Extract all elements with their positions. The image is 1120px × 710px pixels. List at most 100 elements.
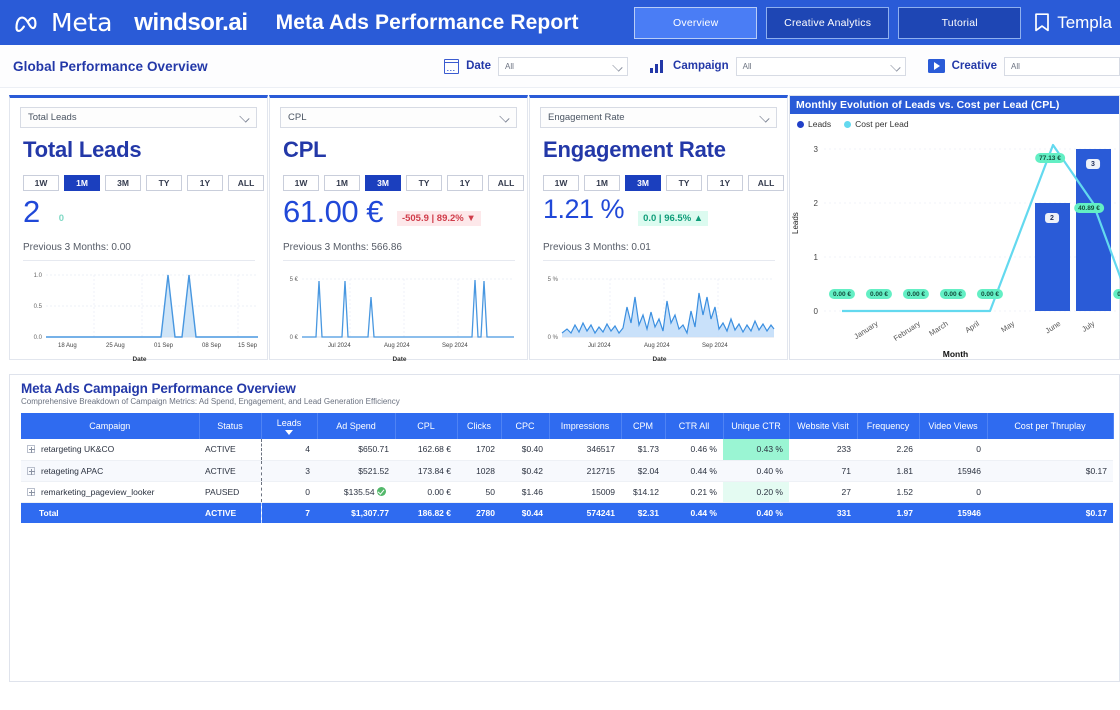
range-1w[interactable]: 1W — [283, 175, 319, 191]
cell-campaign: Total — [21, 502, 199, 523]
filter-date-select[interactable]: All — [498, 56, 629, 76]
range-1m[interactable]: 1M — [584, 175, 620, 191]
tab-creative-analytics[interactable]: Creative Analytics — [766, 6, 890, 39]
table-row[interactable]: retageting APAC ACTIVE 3 $521.52 173.84 … — [21, 460, 1113, 482]
sparkline-cpl: 5 € 0 € Jul 2024 Aug 2024 Sep 2024 Date — [276, 267, 523, 363]
range-1m[interactable]: 1M — [64, 175, 100, 191]
cell-leads: 0 — [260, 481, 317, 503]
cell-clicks: 50 — [457, 481, 501, 503]
cell-ctr-all: 0.21 % — [665, 481, 723, 503]
metric-select-value: Engagement Rate — [548, 112, 625, 123]
range-ty[interactable]: TY — [146, 175, 182, 191]
kpi-delta-badge: -505.9 | 89.2% ▼ — [396, 210, 481, 226]
cpl-label-may: 0.00 € — [976, 289, 1004, 299]
tab-tutorial[interactable]: Tutorial — [898, 6, 1022, 39]
col-ctr-all[interactable]: CTR All — [665, 413, 724, 439]
range-ty[interactable]: TY — [666, 175, 702, 191]
filter-campaign-select[interactable]: All — [735, 56, 906, 76]
range-3m[interactable]: 3M — [365, 175, 401, 191]
cell-video-views: 0 — [919, 439, 987, 461]
col-cpl[interactable]: CPL — [395, 413, 458, 439]
cell-impressions: 15009 — [549, 481, 621, 503]
kpi-value-row: 61.00 € -505.9 | 89.2% ▼ — [283, 194, 527, 234]
range-ty[interactable]: TY — [406, 175, 442, 191]
table-subtitle: Comprehensive Breakdown of Campaign Metr… — [21, 397, 400, 406]
cell-cost-per-thruplay: $0.17 — [987, 460, 1113, 482]
metric-select-engagement-rate[interactable]: Engagement Rate — [540, 107, 777, 128]
col-leads[interactable]: Leads — [261, 413, 318, 439]
legend-swatch-leads — [797, 120, 804, 128]
legend-label-leads: Leads — [808, 119, 832, 129]
range-all[interactable]: ALL — [488, 175, 524, 191]
col-cost-per-thruplay[interactable]: Cost per Thruplay — [987, 413, 1114, 439]
campaign-performance-table: Campaign Status Leads Ad Spend CPL Click… — [21, 413, 1114, 523]
check-circle-icon — [377, 486, 386, 496]
table-title: Meta Ads Campaign Performance Overview — [21, 381, 296, 396]
range-3m[interactable]: 3M — [105, 175, 141, 191]
range-1y[interactable]: 1Y — [447, 175, 483, 191]
legend-item-leads[interactable]: Leads — [797, 119, 831, 129]
filter-creative-select[interactable]: All — [1004, 56, 1120, 76]
col-ad-spend[interactable]: Ad Spend — [317, 413, 396, 439]
col-clicks[interactable]: Clicks — [457, 413, 502, 439]
cell-cpl: 173.84 € — [395, 460, 457, 482]
chevron-down-icon — [612, 60, 623, 72]
svg-text:0 €: 0 € — [290, 335, 299, 341]
cell-campaign: retargeting UK&CO — [21, 439, 199, 461]
kpi-previous-period: Previous 3 Months: 0.00 — [23, 242, 255, 261]
chevron-down-icon — [759, 112, 770, 123]
cell-unique-ctr: 0.43 % — [723, 439, 789, 461]
bar-label-july: 3 — [1086, 159, 1100, 169]
kpi-title: CPL — [283, 137, 327, 162]
template-button[interactable]: Templa — [1030, 13, 1112, 33]
range-all[interactable]: ALL — [228, 175, 264, 191]
filter-creative: Creative All — [927, 56, 1120, 76]
cpl-label-january: 0.00 € — [828, 289, 856, 299]
filter-campaign-value: All — [742, 61, 752, 71]
cell-cpc: $0.44 — [501, 502, 549, 523]
col-cpm[interactable]: CPM — [621, 413, 666, 439]
table-row[interactable]: retargeting UK&CO ACTIVE 4 $650.71 162.6… — [21, 439, 1113, 461]
sparkline-x-axis-title: Date — [132, 356, 147, 363]
expand-row-icon[interactable] — [27, 445, 35, 454]
meta-logo: Meta — [14, 8, 112, 37]
col-website-visit[interactable]: Website Visit — [789, 413, 858, 439]
legend-item-cost-per-lead[interactable]: Cost per Lead — [844, 119, 909, 129]
cell-ctr-all: 0.44 % — [665, 460, 723, 482]
sparkline-engagement-rate: 5 % 0 % Jul 2024 Aug 2024 Sep 2024 Date — [536, 267, 783, 363]
cpl-label-july: 40.89 € — [1074, 203, 1104, 213]
col-frequency[interactable]: Frequency — [857, 413, 920, 439]
range-1m[interactable]: 1M — [324, 175, 360, 191]
col-campaign[interactable]: Campaign — [21, 413, 200, 439]
col-unique-ctr[interactable]: Unique CTR — [723, 413, 790, 439]
metric-select-total-leads[interactable]: Total Leads — [20, 107, 257, 128]
bar-chart-icon — [650, 59, 666, 73]
range-1w[interactable]: 1W — [543, 175, 579, 191]
table-row[interactable]: remarketing_pageview_looker PAUSED 0 $13… — [21, 481, 1113, 503]
range-all[interactable]: ALL — [748, 175, 784, 191]
sparkline-total-leads: 1.0 0.5 0.0 18 Aug 25 Aug 01 Sep 08 Sep … — [16, 267, 263, 363]
metric-select-cpl[interactable]: CPL — [280, 107, 517, 128]
sparkline-x-axis-title: Date — [652, 356, 667, 363]
cell-frequency: 1.97 — [857, 502, 919, 523]
sparkline-svg: 5 % 0 % Jul 2024 Aug 2024 Sep 2024 — [548, 277, 775, 349]
expand-row-icon[interactable] — [27, 466, 35, 475]
cell-website-visit: 233 — [789, 439, 857, 461]
col-video-views[interactable]: Video Views — [919, 413, 988, 439]
cpl-label-june: 77.13 € — [1035, 153, 1065, 163]
range-1y[interactable]: 1Y — [187, 175, 223, 191]
range-1w[interactable]: 1W — [23, 175, 59, 191]
col-cpc[interactable]: CPC — [501, 413, 550, 439]
range-3m[interactable]: 3M — [625, 175, 661, 191]
col-status[interactable]: Status — [199, 413, 262, 439]
range-selector-engagement-rate: 1W 1M 3M TY 1Y ALL — [543, 175, 787, 191]
cell-cost-per-thruplay — [987, 439, 1113, 461]
cell-cpm: $1.73 — [621, 439, 665, 461]
leads-value: 7 — [305, 507, 310, 518]
col-leads-label: Leads — [276, 417, 302, 428]
tab-overview[interactable]: Overview — [634, 6, 758, 39]
range-1y[interactable]: 1Y — [707, 175, 743, 191]
expand-row-icon[interactable] — [27, 487, 35, 496]
col-impressions[interactable]: Impressions — [549, 413, 622, 439]
cell-campaign: retageting APAC — [21, 460, 199, 482]
